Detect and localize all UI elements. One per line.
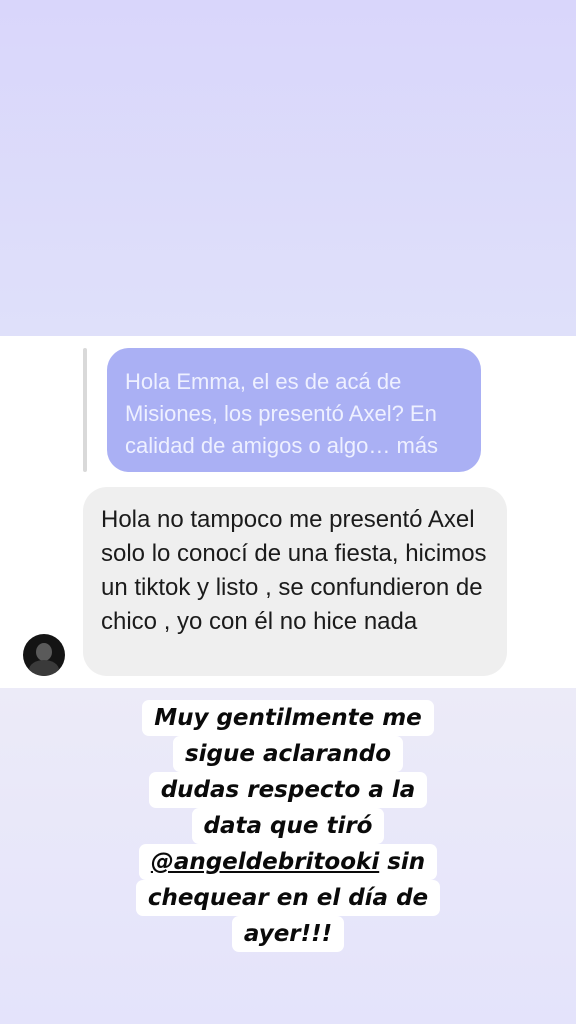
caption-line-6: chequear en el día de xyxy=(135,880,441,916)
avatar-head-icon xyxy=(36,643,52,661)
caption-line-7: ayer!!! xyxy=(231,916,345,952)
caption-line-5: @angeldebritooki sin xyxy=(138,844,438,880)
caption-line-5-rest: sin xyxy=(387,849,426,875)
avatar-shoulders-icon xyxy=(29,660,59,676)
mention-link[interactable]: @angeldebritooki xyxy=(151,849,379,875)
quoted-message-text: Hola Emma, el es de acá de Misiones, los… xyxy=(125,369,439,458)
story-background-top xyxy=(0,0,576,336)
caption-line-4: data que tiró xyxy=(191,808,385,844)
caption-line-1: Muy gentilmente me xyxy=(142,700,434,736)
reply-message-text: Hola no tampoco me presentó Axel solo lo… xyxy=(101,506,487,635)
reply-message-bubble: Hola no tampoco me presentó Axel solo lo… xyxy=(83,487,507,676)
reply-indicator-bar xyxy=(83,348,87,472)
caption-line-3: dudas respecto a la xyxy=(148,772,428,808)
sender-avatar xyxy=(23,634,65,676)
quoted-message-bubble: Hola Emma, el es de acá de Misiones, los… xyxy=(107,348,481,472)
caption-line-2: sigue aclarando xyxy=(172,736,404,772)
story-caption: Muy gentilmente me sigue aclarando dudas… xyxy=(0,700,576,952)
